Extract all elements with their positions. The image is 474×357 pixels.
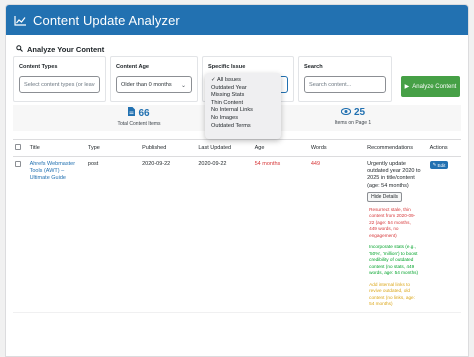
check-icon: ✓ (211, 77, 216, 83)
issue-option[interactable]: Missing Stats (211, 92, 281, 100)
detail-item: Add internal links to revive outdated, o… (369, 281, 415, 307)
select-all-cell (13, 139, 28, 157)
total-items-value: 66 (138, 107, 150, 119)
row-published: 2020-09-22 (140, 156, 197, 313)
total-items-stat: 66 Total Content Items (99, 107, 179, 127)
content-types-label: Content Types (19, 64, 58, 70)
col-title[interactable]: Title (27, 139, 86, 157)
row-select-cell (13, 156, 28, 313)
edit-icon: ✎ (432, 162, 437, 167)
content-age-value: Older than 0 months (121, 81, 172, 88)
row-actions-cell: ✎ Edit (427, 156, 461, 313)
total-items-label: Total Content Items (117, 121, 161, 127)
content-age-label: Content Age (116, 64, 150, 70)
search-filter: Search Search content... (298, 56, 392, 102)
analyze-content-button[interactable]: ▶ Analyze Content (401, 76, 460, 97)
page-items-value: 25 (353, 107, 366, 118)
analyze-content-label: Analyze Content (412, 83, 457, 90)
specific-issue-label: Specific Issue (208, 64, 246, 70)
chart-line-icon (14, 15, 27, 26)
play-icon: ▶ (404, 84, 410, 90)
issue-option-label: All Issues (216, 77, 241, 83)
row-title-cell: Ahrefs Webmaster Tools (AWT) – Ultimate … (27, 156, 86, 313)
col-recommendations[interactable]: Recommendations (365, 139, 428, 157)
issue-option[interactable]: Outdated Terms (211, 123, 281, 131)
col-type[interactable]: Type (85, 139, 141, 157)
table-header-row: Title Type Published Last Updated Age Wo… (13, 139, 461, 157)
chevron-down-icon: ⌄ (180, 83, 186, 89)
page-items-label: Items on Page 1 (334, 120, 372, 126)
col-published[interactable]: Published (140, 139, 197, 157)
col-actions: Actions (427, 139, 461, 157)
content-title-link[interactable]: Ahrefs Webmaster Tools (AWT) – Ultimate … (30, 161, 82, 183)
row-type: post (85, 156, 141, 313)
recommendation-text: Urgently update outdated year 2020 to 20… (367, 161, 421, 189)
row-checkbox[interactable] (15, 161, 21, 167)
edit-button[interactable]: ✎ Edit (429, 161, 449, 169)
row-updated: 2020-09-22 (196, 156, 253, 313)
results-table: Title Type Published Last Updated Age Wo… (13, 139, 461, 313)
table-row: Ahrefs Webmaster Tools (AWT) – Ultimate … (13, 156, 461, 313)
section-title: Analyze Your Content (27, 44, 105, 54)
col-last-updated[interactable]: Last Updated (196, 139, 253, 157)
col-age[interactable]: Age (252, 139, 309, 157)
specific-issue-dropdown: ✓ All Issues Outdated Year Missing Stats… (205, 73, 281, 139)
issue-option[interactable]: Outdated Year (211, 85, 281, 93)
col-words[interactable]: Words (308, 139, 366, 157)
search-icon (16, 44, 23, 54)
issue-option[interactable]: No Images (211, 115, 281, 123)
issue-option[interactable]: No Internal Links (211, 107, 281, 115)
content-age-filter: Content Age Older than 0 months ⌄ (110, 56, 198, 102)
issue-option[interactable]: Thin Content (211, 100, 281, 108)
row-recommendations-cell: Urgently update outdated year 2020 to 20… (365, 156, 428, 313)
app-title: Content Update Analyzer (33, 12, 180, 28)
detail-item: Incorporate stats (e.g., '50%', 'million… (369, 244, 419, 276)
content-types-placeholder: Select content types (or leave b (24, 81, 95, 88)
select-all-checkbox[interactable] (15, 144, 21, 150)
content-types-select[interactable]: Select content types (or leave b (19, 76, 100, 93)
search-input[interactable]: Search content... (304, 76, 386, 93)
document-icon (128, 107, 136, 119)
detail-item: Resurrect stale, thin content from 2020-… (369, 206, 416, 238)
row-words: 449 (308, 156, 366, 313)
content-age-select[interactable]: Older than 0 months ⌄ (116, 76, 192, 93)
search-placeholder: Search content... (309, 81, 352, 88)
search-label: Search (304, 64, 323, 70)
section-heading: Analyze Your Content (6, 35, 468, 55)
content-types-filter: Content Types Select content types (or l… (13, 56, 106, 102)
issue-option[interactable]: ✓ All Issues (211, 77, 281, 85)
app-header: Content Update Analyzer (6, 5, 468, 35)
hide-details-button[interactable]: Hide Details (367, 191, 403, 202)
page-items-stat: 25 Items on Page 1 (313, 107, 393, 126)
row-age: 54 months (252, 156, 309, 313)
edit-label: Edit (437, 162, 446, 168)
eye-icon (340, 107, 352, 118)
